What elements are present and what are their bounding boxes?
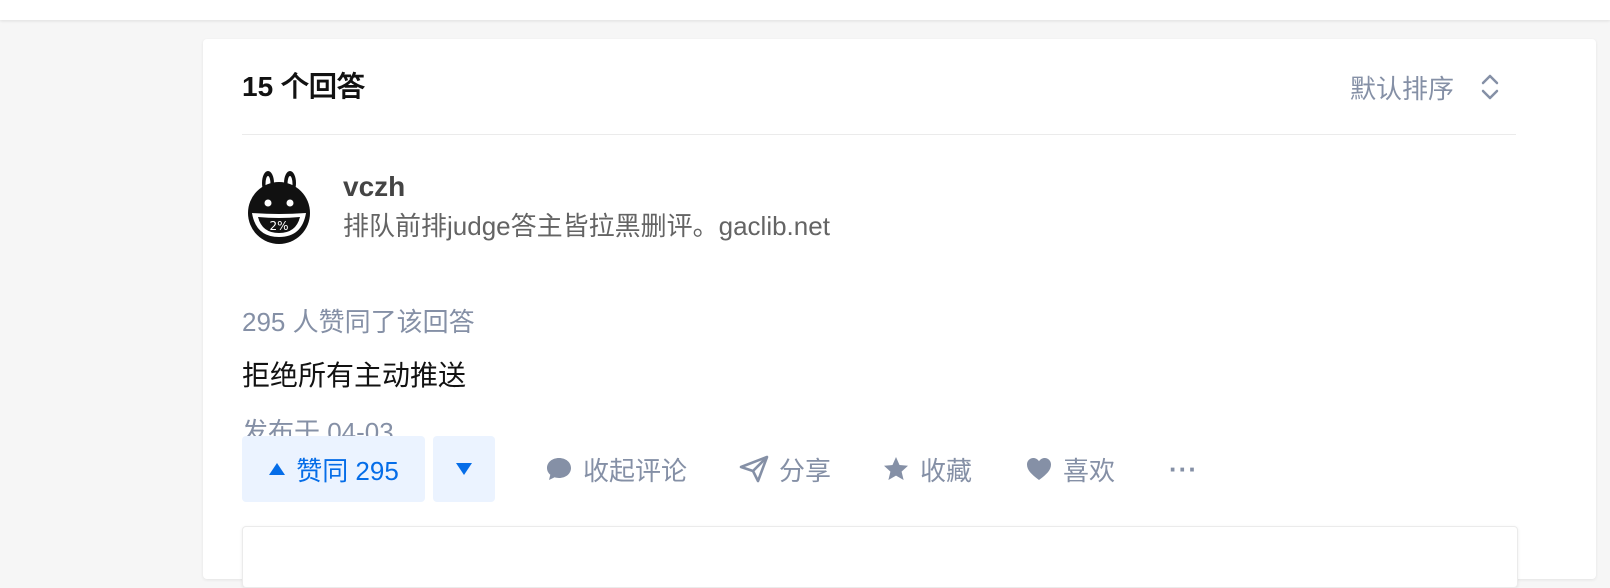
like-label: 喜欢 [1063,455,1116,486]
author-bio: 排队前排judge答主皆拉黑删评。gaclib.net [343,211,830,241]
avatar[interactable]: 2% [242,171,316,245]
heart-icon [1025,456,1053,482]
sort-label: 默认排序 [1349,73,1454,104]
comment-bubble-icon [545,456,573,482]
share-label: 分享 [779,455,832,486]
paper-plane-icon [739,455,769,483]
svg-text:2%: 2% [269,219,288,233]
like-button[interactable]: 喜欢 [1025,436,1115,502]
upvote-button[interactable]: 赞同 295 [242,436,425,502]
answers-header: 15 个回答 默认排序 [242,39,1516,135]
answers-card: 15 个回答 默认排序 2% vczh 排队前排judge答主皆拉黑删评。gac… [203,39,1596,588]
answer-content: 拒绝所有主动推送 [242,360,467,391]
vote-summary: 295 人赞同了该回答 [242,307,475,337]
downvote-button[interactable] [433,436,495,502]
collapse-comments-label: 收起评论 [583,455,688,486]
upvote-label: 赞同 295 [296,455,399,486]
answer-count-title: 15 个回答 [242,71,365,102]
sort-dropdown-button[interactable]: 默认排序 [1350,67,1500,107]
collapse-comments-button[interactable]: 收起评论 [545,436,687,502]
answer-author-info: 2% vczh 排队前排judge答主皆拉黑删评。gaclib.net [242,165,1342,275]
top-navigation-bar [0,0,1610,20]
favorite-label: 收藏 [920,455,973,486]
triangle-down-icon [455,462,473,476]
share-button[interactable]: 分享 [739,436,831,502]
author-name-link[interactable]: vczh [343,169,405,205]
more-options-button[interactable]: ··· [1169,436,1198,502]
star-icon [882,455,910,483]
answer-action-bar: 赞同 295 收起评论 分享 收藏 喜欢 ··· [242,436,1342,502]
sort-chevrons-icon [1480,73,1500,101]
more-dots-icon: ··· [1169,453,1198,484]
favorite-button[interactable]: 收藏 [882,436,972,502]
triangle-up-icon [268,462,286,476]
comments-panel [242,526,1518,588]
